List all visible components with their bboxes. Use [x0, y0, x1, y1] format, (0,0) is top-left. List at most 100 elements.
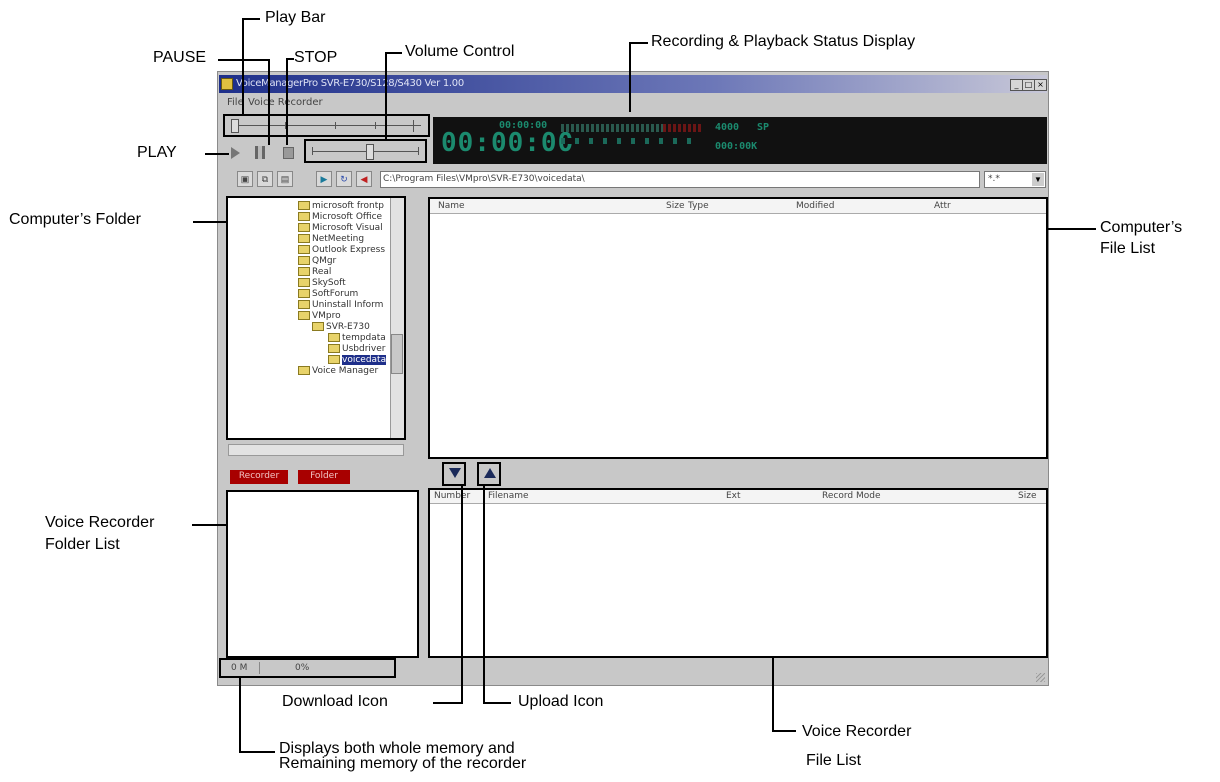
- tree-item[interactable]: Uninstall Inform: [298, 300, 386, 311]
- leader-line: [268, 59, 270, 145]
- callout-pause: PAUSE: [153, 49, 207, 66]
- tree-horizontal-scrollbar[interactable]: [228, 444, 404, 456]
- callout-play: PLAY: [137, 144, 177, 161]
- close-button[interactable]: ×: [1034, 79, 1047, 91]
- refresh-icon[interactable]: ↻: [336, 171, 352, 187]
- column-type[interactable]: Type: [688, 201, 709, 211]
- callout-vr-folder-list: Voice Recorder: [45, 514, 155, 531]
- tree-item[interactable]: SkySoft: [298, 278, 386, 289]
- play-bar-thumb[interactable]: [231, 119, 239, 133]
- tree-list: microsoft frontp Microsoft Office Micros…: [298, 201, 387, 377]
- filter-value: *.*: [988, 174, 1000, 184]
- column-modified[interactable]: Modified: [796, 201, 834, 211]
- column-size[interactable]: Size: [666, 201, 684, 211]
- stop-button[interactable]: [283, 147, 294, 159]
- callout-vr-file-list: Voice Recorder: [802, 723, 912, 740]
- volume-tick: [312, 147, 313, 155]
- tree-item[interactable]: Microsoft Office: [298, 212, 386, 223]
- tree-vertical-scrollbar[interactable]: [390, 198, 404, 438]
- level-meter-peak: [663, 124, 701, 132]
- download-button[interactable]: [442, 462, 466, 486]
- folder-icon: [328, 344, 340, 353]
- tree-item-selected[interactable]: voicedata: [328, 355, 387, 366]
- callout-status-display: Recording & Playback Status Display: [651, 33, 916, 50]
- volume-thumb[interactable]: [366, 144, 374, 160]
- play-bar[interactable]: [223, 114, 430, 137]
- column-size[interactable]: Size: [1018, 491, 1036, 501]
- callout-computers-file-list-2: File List: [1100, 240, 1156, 257]
- volume-control[interactable]: [304, 139, 427, 163]
- leader-line: [205, 153, 229, 155]
- tree-item[interactable]: QMgr: [298, 256, 386, 267]
- leader-line: [242, 18, 244, 114]
- leader-line: [385, 52, 402, 54]
- leader-line: [239, 678, 241, 753]
- callout-download-icon: Download Icon: [282, 693, 388, 710]
- sample-rate: 4000: [715, 122, 740, 133]
- tree-item[interactable]: Voice Manager: [298, 366, 386, 377]
- column-ext[interactable]: Ext: [726, 491, 741, 501]
- play-bar-tick: [335, 122, 336, 129]
- tree-item[interactable]: Outlook Express: [298, 245, 386, 256]
- leader-line: [286, 58, 288, 145]
- folder-icon: [328, 355, 340, 364]
- delete-icon[interactable]: ▤: [277, 171, 293, 187]
- callout-vr-file-list-2: File List: [806, 752, 862, 769]
- leader-line: [629, 42, 631, 112]
- vr-list-header: Number Filename Ext Record Mode Size: [430, 490, 1046, 504]
- play-button[interactable]: [231, 147, 240, 159]
- tree-item[interactable]: microsoft frontp: [298, 201, 386, 212]
- resize-grip-icon[interactable]: [1036, 673, 1045, 682]
- tree-item[interactable]: SVR-E730: [312, 322, 386, 333]
- voice-recorder-file-list[interactable]: Number Filename Ext Record Mode Size: [428, 488, 1048, 658]
- play-bar-tick: [413, 120, 414, 132]
- elapsed-time: 00:00:00: [441, 128, 575, 158]
- tree-item[interactable]: Microsoft Visual: [298, 223, 386, 234]
- column-filename[interactable]: Filename: [488, 491, 529, 501]
- tree-item[interactable]: VMpro: [298, 311, 386, 322]
- leader-line: [772, 730, 796, 732]
- folder-icon: [298, 201, 310, 210]
- folder-button[interactable]: Folder: [298, 470, 350, 484]
- tree-item[interactable]: NetMeeting: [298, 234, 386, 245]
- file-filter-select[interactable]: *.* ▼: [984, 171, 1046, 188]
- path-field[interactable]: C:\Program Files\VMpro\SVR-E730\voicedat…: [380, 171, 980, 188]
- voice-recorder-folder-list[interactable]: [226, 490, 419, 658]
- leader-line: [239, 751, 275, 753]
- column-attr[interactable]: Attr: [934, 201, 951, 211]
- copy-icon[interactable]: ⧉: [257, 171, 273, 187]
- leader-line: [193, 221, 226, 223]
- tree-item[interactable]: Usbdriver: [328, 344, 386, 355]
- leader-line: [286, 58, 294, 60]
- back-icon[interactable]: ◀: [356, 171, 372, 187]
- folder-icon: [298, 245, 310, 254]
- folder-icon: [298, 234, 310, 243]
- leader-line: [1048, 228, 1096, 230]
- leader-line: [433, 702, 463, 704]
- column-number[interactable]: Number: [434, 491, 470, 501]
- play-bar-track: [231, 125, 421, 126]
- status-display: 00:00:00 00:00:00 4000 SP 000:00K: [433, 117, 1047, 164]
- upload-button[interactable]: [477, 462, 501, 486]
- recorder-button[interactable]: Recorder: [230, 470, 288, 484]
- pause-button[interactable]: [255, 146, 265, 159]
- callout-upload-icon: Upload Icon: [518, 693, 604, 710]
- folder-icon: [298, 366, 310, 375]
- tree-item[interactable]: SoftForum: [298, 289, 386, 300]
- tree-item[interactable]: tempdata: [328, 333, 386, 344]
- volume-tick: [418, 147, 419, 155]
- column-record-mode[interactable]: Record Mode: [822, 491, 880, 501]
- chevron-down-icon[interactable]: ▼: [1032, 173, 1044, 186]
- status-divider: [259, 662, 260, 674]
- move-icon[interactable]: ▶: [316, 171, 332, 187]
- computer-folder-tree[interactable]: microsoft frontp Microsoft Office Micros…: [226, 196, 406, 440]
- tree-scroll-thumb[interactable]: [391, 334, 403, 374]
- folder-up-icon[interactable]: ▣: [237, 171, 253, 187]
- small-time: 00:00:00: [499, 120, 548, 131]
- tree-item[interactable]: Real: [298, 267, 386, 278]
- leader-line: [385, 52, 387, 139]
- computer-file-list[interactable]: Name Size Type Modified Attr: [428, 197, 1048, 459]
- column-name[interactable]: Name: [438, 201, 465, 211]
- record-mode: SP: [757, 122, 770, 133]
- memory-total: 0 M: [231, 663, 248, 673]
